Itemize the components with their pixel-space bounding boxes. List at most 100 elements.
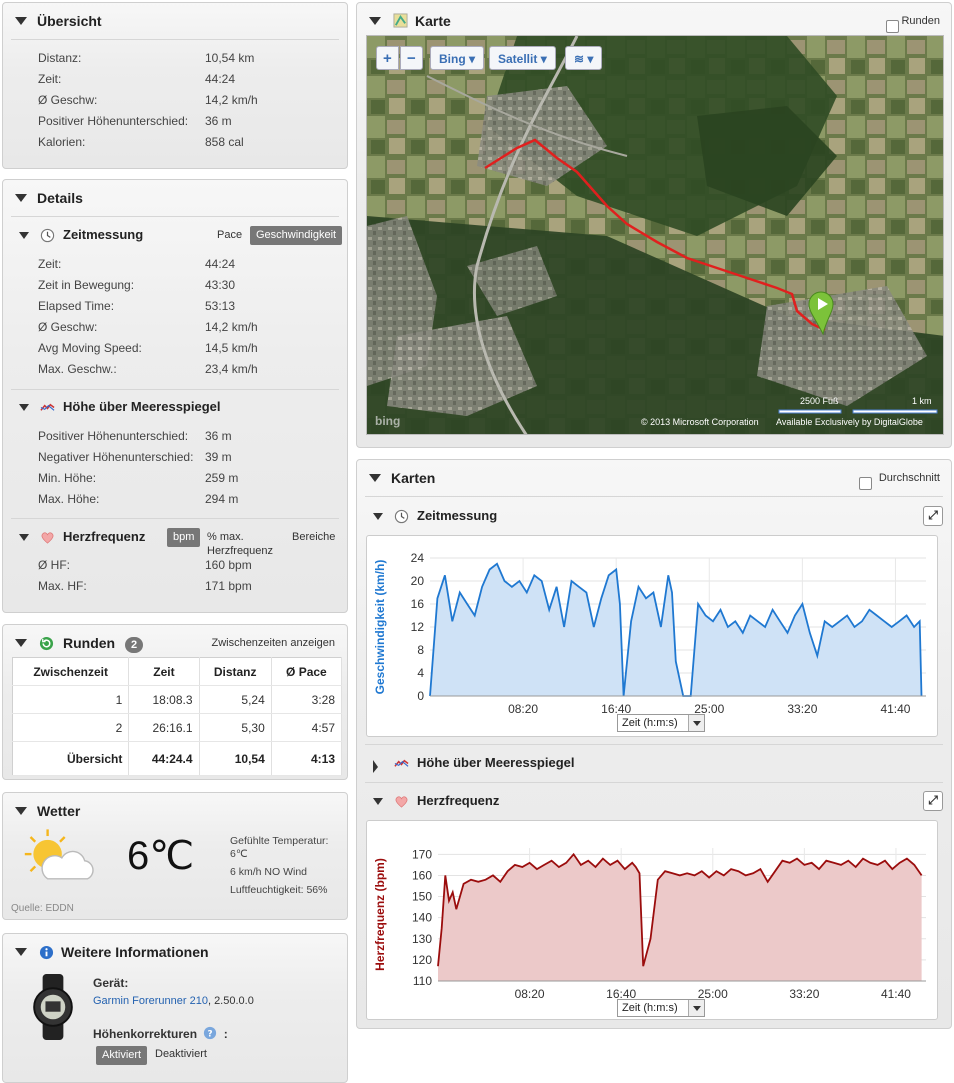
timing-subheader[interactable]: Zeitmessung Pace Geschwindigkeit: [3, 220, 347, 250]
elevation-subheader[interactable]: Höhe über Meeresspiegel: [3, 392, 347, 422]
collapse-triangle-icon[interactable]: [369, 474, 381, 482]
stat-row: Ø Geschw: 14,2 km/h: [3, 90, 347, 111]
hr-x-axis-select[interactable]: Zeit (h:m:s): [617, 999, 705, 1017]
table-row[interactable]: 2 26:16.1 5,30 4:57: [12, 713, 343, 742]
zones-toggle[interactable]: Bereiche: [292, 522, 335, 552]
collapse-triangle-icon[interactable]: [19, 232, 29, 239]
zoom-in-button[interactable]: +: [376, 46, 399, 70]
speed-chart-subheader[interactable]: Zeitmessung ⤢: [357, 501, 951, 531]
laps-count-badge: 2: [125, 637, 144, 653]
stat-label: Kalorien:: [38, 135, 86, 149]
info-header[interactable]: Weitere Informationen: [3, 934, 347, 970]
table-cell: 18:08.3: [128, 685, 200, 714]
stat-row: Avg Moving Speed: 14,5 km/h: [3, 338, 347, 359]
speed-toggle[interactable]: Geschwindigkeit: [250, 226, 343, 245]
heartrate-subheader[interactable]: Herzfrequenz bpm % max. Herzfrequenz Ber…: [3, 522, 347, 557]
y-tick-label: 150: [412, 890, 432, 904]
charts-header[interactable]: Karten Durchschnitt: [357, 460, 951, 496]
chevron-down-icon: ▾: [469, 52, 476, 66]
satellite-map-canvas[interactable]: [367, 36, 944, 435]
pace-toggle[interactable]: Pace: [211, 226, 248, 245]
table-total-row: Übersicht 44:24.4 10,54 4:13: [12, 741, 343, 776]
x-tick-label: 33:20: [789, 987, 819, 1001]
collapse-triangle-icon[interactable]: [15, 639, 27, 647]
speed-x-axis-select[interactable]: Zeit (h:m:s): [617, 714, 705, 732]
collapse-triangle-icon[interactable]: [15, 17, 27, 25]
laps-column-header[interactable]: Zeit: [128, 657, 200, 686]
overview-header[interactable]: Übersicht: [3, 3, 347, 39]
collapse-triangle-icon[interactable]: [15, 194, 27, 202]
details-panel: Details Zeitmessung Pace Geschwindigkeit…: [2, 179, 348, 613]
bpm-toggle[interactable]: bpm: [167, 528, 201, 547]
table-cell: Übersicht: [12, 741, 130, 776]
map-type-dropdown[interactable]: Satellit ▾: [489, 46, 556, 70]
table-row[interactable]: 1 18:08.3 5,24 3:28: [12, 685, 343, 714]
map-panel: Karte Runden + − Bing ▾ Satellit ▾ ≋ ▾ 2…: [356, 2, 952, 448]
map-provider-dropdown[interactable]: Bing ▾: [430, 46, 485, 70]
map-layers-dropdown[interactable]: ≋ ▾: [565, 46, 603, 70]
show-splits-link[interactable]: Zwischenzeiten anzeigen: [211, 625, 335, 661]
average-checkbox-label: Durchschnitt: [878, 472, 940, 484]
stat-label: Positiver Höhenunterschied:: [38, 114, 189, 128]
collapse-triangle-icon[interactable]: [19, 404, 29, 411]
collapse-triangle-icon[interactable]: [19, 534, 29, 541]
hr-chart-subheader[interactable]: Herzfrequenz ⤢: [357, 786, 951, 816]
laps-column-header[interactable]: Ø Pace: [271, 657, 343, 686]
elevation-title: Höhe über Meeresspiegel: [63, 399, 221, 414]
device-link[interactable]: Garmin Forerunner 210: [93, 995, 208, 1007]
stat-row: Max. Geschw.: 23,4 km/h: [3, 359, 347, 380]
laps-header[interactable]: Runden 2 Zwischenzeiten anzeigen: [3, 625, 347, 661]
stat-value: 14,2 km/h: [205, 320, 258, 334]
elevation-chart-subheader[interactable]: Höhe über Meeresspiegel: [357, 748, 951, 778]
collapse-triangle-icon[interactable]: [15, 807, 27, 815]
collapse-triangle-icon[interactable]: [373, 513, 383, 520]
watch-device-image: [33, 974, 73, 1040]
y-tick-label: 0: [417, 689, 424, 703]
zoom-out-button[interactable]: −: [400, 46, 423, 70]
partly-cloudy-icon: [24, 829, 94, 880]
collapse-triangle-icon[interactable]: [15, 948, 27, 956]
y-tick-label: 160: [412, 868, 432, 882]
stat-label: Max. Geschw.:: [38, 362, 117, 376]
x-tick-label: 41:40: [881, 987, 911, 1001]
stat-label: Negativer Höhenunterschied:: [38, 450, 194, 464]
y-tick-label: 140: [412, 911, 432, 925]
expand-triangle-icon[interactable]: [373, 760, 378, 773]
laps-column-header[interactable]: Distanz: [199, 657, 272, 686]
collapse-triangle-icon[interactable]: [369, 17, 381, 25]
y-tick-label: 8: [417, 643, 424, 657]
y-tick-label: 20: [411, 574, 425, 588]
heart-icon: [395, 796, 408, 808]
map-header[interactable]: Karte Runden: [357, 3, 951, 39]
info-panel: Weitere Informationen Gerät: Garmin Fore…: [2, 933, 348, 1083]
expand-speed-chart-button[interactable]: ⤢: [923, 506, 943, 526]
table-cell: 3:28: [271, 685, 343, 714]
device-label: Gerät:: [93, 976, 129, 990]
elev-deactivated-button[interactable]: Deaktiviert: [155, 1048, 207, 1060]
laps-checkbox[interactable]: [886, 20, 899, 33]
collapse-triangle-icon[interactable]: [373, 798, 383, 805]
stat-label: Avg Moving Speed:: [38, 341, 142, 355]
pct-max-toggle[interactable]: % max. Herzfrequenz: [207, 530, 287, 558]
clock-icon: [394, 509, 409, 524]
satellite-map[interactable]: + − Bing ▾ Satellit ▾ ≋ ▾ 2500 Fuß 1 km …: [366, 35, 944, 435]
scale-km: 1 km: [912, 396, 932, 406]
details-header[interactable]: Details: [3, 180, 347, 216]
elev-activated-button[interactable]: Aktiviert: [96, 1046, 148, 1065]
stat-value: 23,4 km/h: [205, 362, 258, 376]
heart-icon: [41, 532, 54, 544]
weather-header[interactable]: Wetter: [3, 793, 347, 829]
divider: [365, 496, 943, 497]
stat-row: Positiver Höhenunterschied: 36 m: [3, 426, 347, 447]
average-checkbox[interactable]: [859, 477, 872, 490]
divider: [11, 518, 339, 519]
clock-icon: [40, 228, 55, 243]
speed-chart-title: Zeitmessung: [417, 508, 498, 523]
help-icon[interactable]: ?: [203, 1026, 217, 1040]
chevron-down-icon: ▾: [587, 52, 594, 66]
speed-chart: 0 4 8 12 16 20 24 08:20 16:40 25:00 33:20 41:40 Gesc…: [366, 535, 938, 737]
timing-title: Zeitmessung: [63, 227, 144, 242]
laps-column-header[interactable]: Zwischenzeit: [12, 657, 130, 686]
expand-hr-chart-button[interactable]: ⤢: [923, 791, 943, 811]
weather-source: Quelle: EDDN: [11, 903, 74, 914]
